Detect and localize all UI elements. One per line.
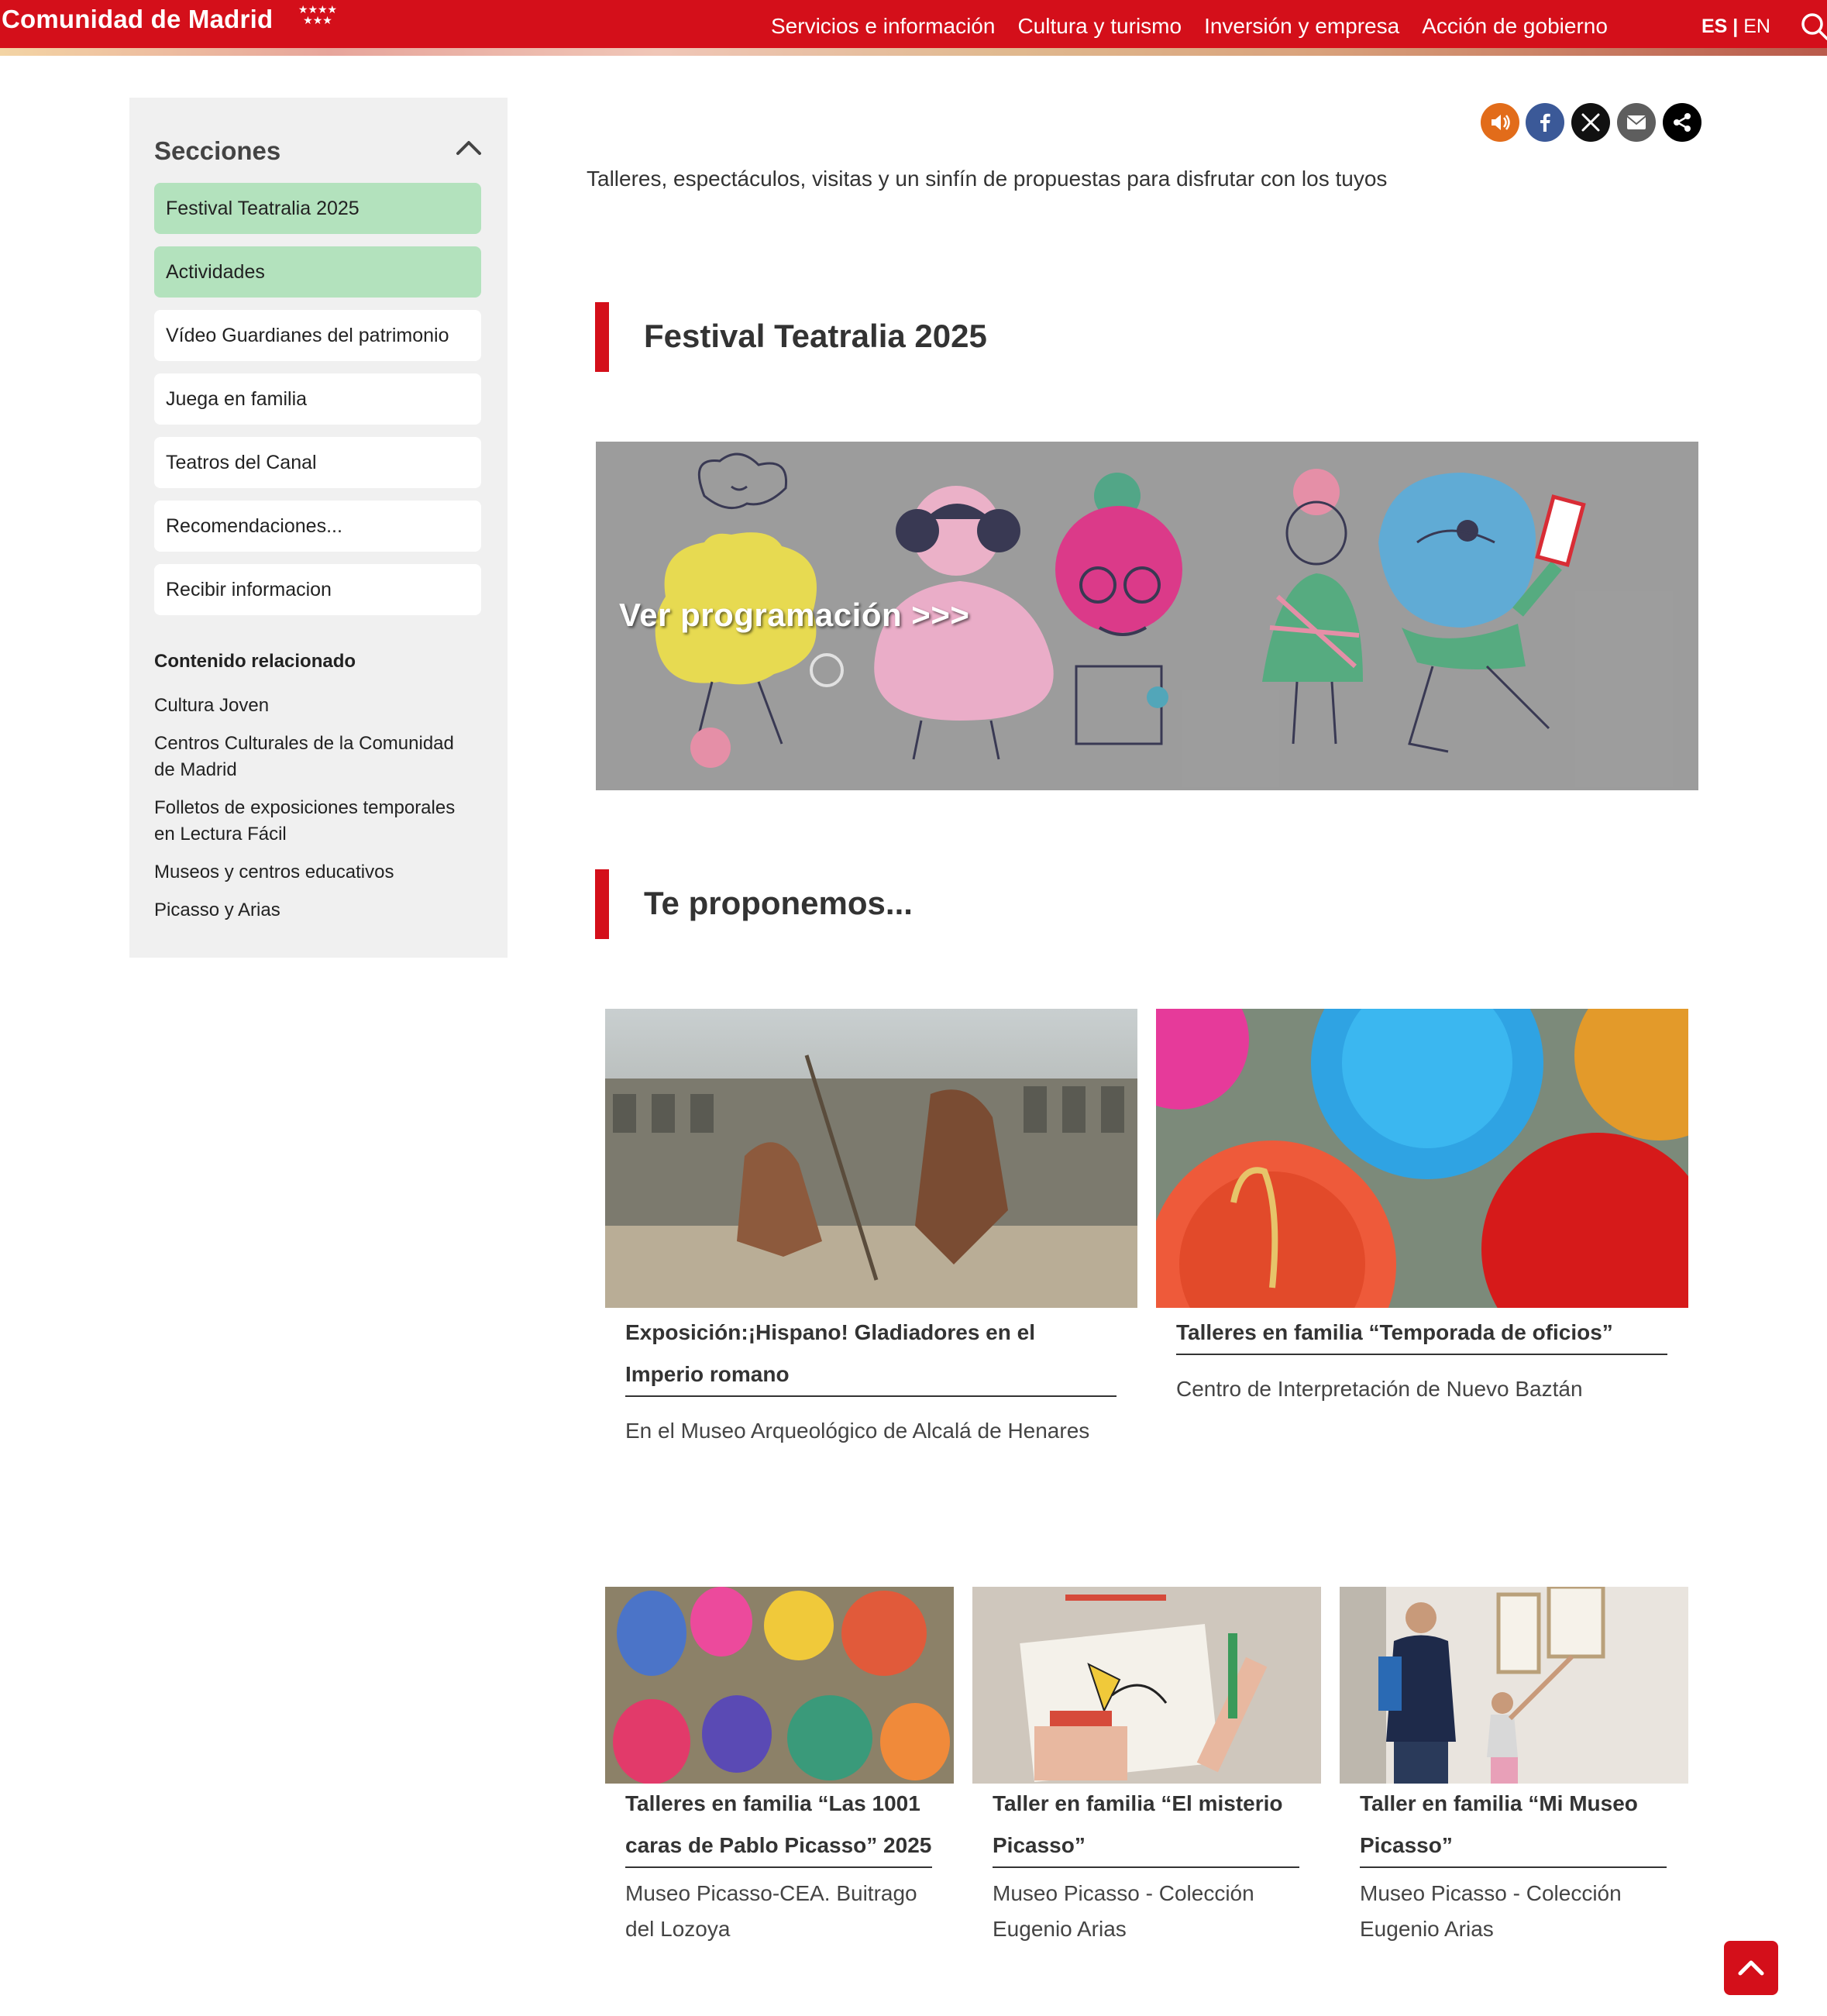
- nav-cultura[interactable]: Cultura y turismo: [1017, 14, 1182, 39]
- paint-pots-image: [1156, 1009, 1688, 1308]
- facebook-glyph: [1540, 113, 1550, 132]
- section-title-festival: Festival Teatralia 2025: [644, 318, 987, 354]
- facebook-icon[interactable]: [1526, 103, 1564, 142]
- audio-icon[interactable]: [1481, 103, 1519, 142]
- main-nav: Servicios e información Cultura y turism…: [771, 0, 1630, 53]
- intro-text: Talleres, espectáculos, visitas y un sin…: [587, 167, 1388, 191]
- card-title-mi-museo-picasso[interactable]: Taller en familia “Mi Museo Picasso”: [1360, 1783, 1667, 1868]
- card-image-1001-caras[interactable]: [605, 1587, 954, 1784]
- card-title-gladiadores[interactable]: Exposición:¡Hispano! Gladiadores en el I…: [625, 1312, 1116, 1397]
- museum-visit-image: [1340, 1587, 1688, 1784]
- sidebar-item-juega-en-familia[interactable]: Juega en familia: [154, 373, 481, 425]
- card-image-temporada-oficios[interactable]: [1156, 1009, 1688, 1308]
- card-title-temporada-oficios[interactable]: Talleres en familia “Temporada de oficio…: [1176, 1312, 1667, 1355]
- lang-es[interactable]: ES: [1701, 15, 1727, 37]
- email-icon[interactable]: [1617, 103, 1656, 142]
- related-content-title: Contenido relacionado: [154, 651, 356, 672]
- card-image-mi-museo-picasso[interactable]: [1340, 1587, 1688, 1784]
- related-link-centros-culturales[interactable]: Centros Culturales de la Comunidad de Ma…: [154, 731, 480, 783]
- card-image-misterio-picasso[interactable]: [972, 1587, 1321, 1784]
- sidebar: Secciones Festival Teatralia 2025 Activi…: [129, 98, 508, 958]
- sidebar-item-festival-teatralia[interactable]: Festival Teatralia 2025: [154, 183, 481, 234]
- sidebar-item-teatros-del-canal[interactable]: Teatros del Canal: [154, 437, 481, 488]
- section-title-proponemos: Te proponemos...: [644, 885, 913, 921]
- card-image-gladiadores[interactable]: [605, 1009, 1137, 1308]
- lang-en[interactable]: EN: [1743, 15, 1770, 37]
- sidebar-item-recibir-informacion[interactable]: Recibir informacion: [154, 564, 481, 615]
- site-logo[interactable]: Comunidad de Madrid: [2, 5, 273, 34]
- picasso-faces-image: [605, 1587, 954, 1784]
- card-subtitle-misterio-picasso: Museo Picasso - Colección Eugenio Arias: [993, 1881, 1254, 1941]
- banner-cta-text[interactable]: Ver programación >>>: [619, 597, 969, 634]
- logo-stars-icon: ★★★★ ★★★: [298, 3, 338, 26]
- lang-separator: |: [1727, 15, 1744, 37]
- nav-inversion[interactable]: Inversión y empresa: [1204, 14, 1399, 39]
- card-subtitle-1001-caras: Museo Picasso-CEA. Buitrago del Lozoya: [625, 1881, 917, 1941]
- speaker-glyph: [1492, 115, 1510, 130]
- related-link-cultura-joven[interactable]: Cultura Joven: [154, 693, 480, 719]
- card-subtitle-temporada-oficios: Centro de Interpretación de Nuevo Baztán: [1176, 1377, 1583, 1401]
- programacion-banner[interactable]: Ver programación >>>: [596, 442, 1698, 790]
- nav-accion-gobierno[interactable]: Acción de gobierno: [1422, 14, 1608, 39]
- section-accent-bar-2: [595, 869, 609, 939]
- section-accent-bar: [595, 302, 609, 372]
- share-glyph: [1674, 113, 1691, 132]
- sidebar-item-actividades[interactable]: Actividades: [154, 246, 481, 298]
- share-icon[interactable]: [1663, 103, 1701, 142]
- x-icon[interactable]: [1571, 103, 1610, 142]
- card-subtitle-gladiadores: En el Museo Arqueológico de Alcalá de He…: [625, 1419, 1090, 1443]
- back-to-top-button[interactable]: [1724, 1941, 1778, 1995]
- drawing-hands-image: [972, 1587, 1321, 1784]
- sidebar-title: Secciones: [154, 136, 281, 165]
- envelope-glyph: [1626, 115, 1646, 129]
- sidebar-item-video-guardianes[interactable]: Vídeo Guardianes del patrimonio: [154, 310, 481, 361]
- chevron-up-icon: [1738, 1960, 1764, 1976]
- language-switcher: ES | EN: [1701, 15, 1770, 38]
- site-header: Comunidad de Madrid ★★★★ ★★★ Servicios e …: [0, 0, 1827, 56]
- card-subtitle-mi-museo-picasso: Museo Picasso - Colección Eugenio Arias: [1360, 1881, 1622, 1941]
- card-title-misterio-picasso[interactable]: Taller en familia “El misterio Picasso”: [993, 1783, 1299, 1868]
- related-link-museos[interactable]: Museos y centros educativos: [154, 859, 480, 886]
- search-icon[interactable]: [1799, 11, 1827, 42]
- related-link-picasso-arias[interactable]: Picasso y Arias: [154, 897, 480, 924]
- x-glyph: [1581, 113, 1600, 132]
- related-link-folletos[interactable]: Folletos de exposiciones temporales en L…: [154, 795, 480, 848]
- nav-servicios[interactable]: Servicios e información: [771, 14, 995, 39]
- sidebar-item-recomendaciones[interactable]: Recomendaciones...: [154, 501, 481, 552]
- card-title-1001-caras[interactable]: Talleres en familia “Las 1001 caras de P…: [625, 1783, 932, 1868]
- gladiators-image: [605, 1009, 1137, 1308]
- chevron-up-icon[interactable]: [455, 136, 483, 158]
